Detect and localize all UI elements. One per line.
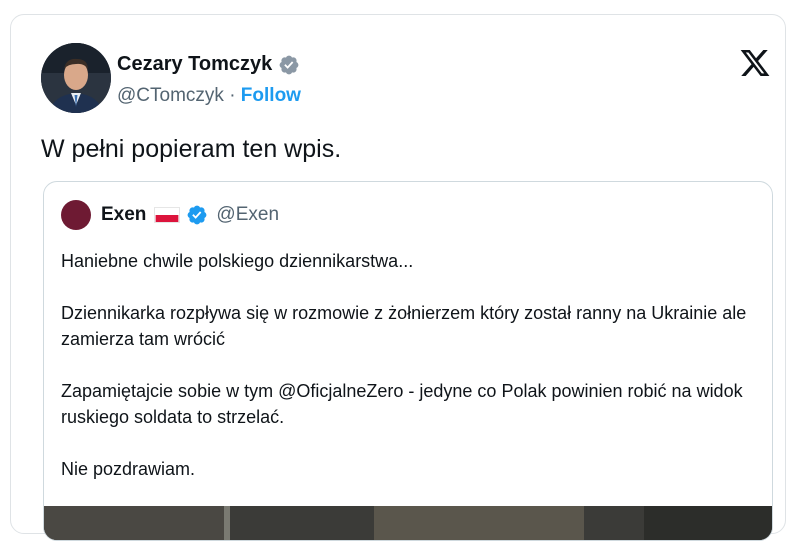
tweet-text: W pełni popieram ten wpis. bbox=[41, 135, 342, 163]
quoted-tweet[interactable]: Exen @Exen Haniebne chwile polskiego dzi… bbox=[43, 181, 773, 541]
author-avatar[interactable] bbox=[41, 43, 111, 113]
separator-dot: · bbox=[229, 85, 236, 106]
quoted-author-handle[interactable]: @Exen bbox=[216, 204, 279, 226]
verified-badge-icon bbox=[279, 55, 299, 74]
quoted-paragraph: Dziennikarka rozpływa się w rozmowie z ż… bbox=[61, 303, 747, 349]
author-name-row: Cezary Tomczyk bbox=[117, 53, 300, 76]
quoted-paragraph: Zapamiętajcie sobie w tym @OficjalneZero… bbox=[61, 381, 743, 427]
author-handle[interactable]: @CTomczyk bbox=[117, 85, 224, 106]
quoted-header: Exen @Exen bbox=[61, 200, 279, 230]
author-handle-row: @CTomczyk · Follow bbox=[117, 85, 301, 107]
author-name[interactable]: Cezary Tomczyk bbox=[117, 53, 272, 76]
verified-badge-icon bbox=[188, 205, 207, 225]
tweet-card[interactable]: Cezary Tomczyk @CTomczyk · Follow W pełn… bbox=[10, 14, 786, 541]
quoted-media-preview bbox=[44, 506, 772, 540]
quoted-author-name[interactable]: Exen bbox=[101, 204, 146, 226]
quoted-media-image[interactable] bbox=[44, 506, 772, 540]
quoted-paragraph: Nie pozdrawiam. bbox=[61, 459, 196, 479]
x-logo-icon[interactable] bbox=[739, 47, 771, 79]
quoted-paragraph: Haniebne chwile polskiego dziennikarstwa… bbox=[61, 251, 414, 271]
quoted-avatar[interactable] bbox=[61, 200, 91, 230]
follow-button[interactable]: Follow bbox=[241, 85, 301, 106]
author-photo bbox=[41, 43, 111, 113]
poland-flag-icon bbox=[154, 207, 181, 223]
quoted-body: Haniebne chwile polskiego dziennikarstwa… bbox=[61, 248, 761, 508]
